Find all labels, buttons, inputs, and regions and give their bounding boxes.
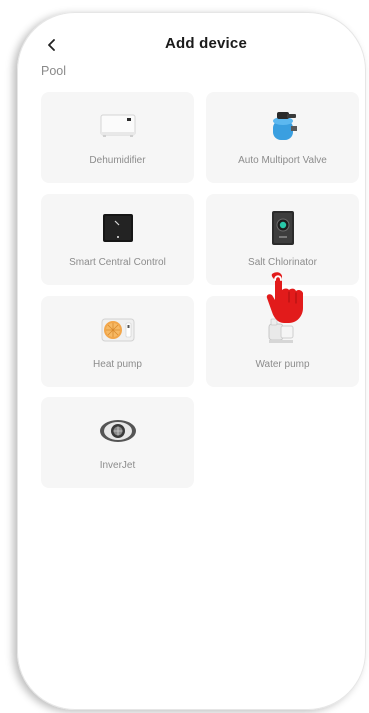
- phone-frame: Add device Pool Dehumidifier Auto Multip…: [17, 12, 366, 710]
- multiport-valve-icon: [272, 112, 297, 140]
- device-label: Heat pump: [93, 359, 142, 370]
- central-control-icon: [102, 214, 133, 242]
- device-label: Salt Chlorinator: [248, 257, 317, 268]
- dehumidifier-icon: [100, 114, 135, 137]
- screenshot-stage: Add device Pool Dehumidifier Auto Multip…: [0, 0, 369, 713]
- heat-pump-icon: [101, 318, 134, 342]
- page-title: Add device: [164, 35, 248, 52]
- device-card-inverjet[interactable]: InverJet: [41, 397, 194, 488]
- device-label: Auto Multiport Valve: [238, 155, 327, 166]
- water-pump-icon: [268, 318, 293, 343]
- device-label: Water pump: [255, 359, 310, 370]
- device-label: InverJet: [99, 460, 136, 471]
- section-label-pool: Pool: [41, 64, 67, 78]
- salt-chlorinator-icon: [271, 211, 294, 245]
- device-card-water-pump[interactable]: Water pump: [206, 296, 359, 387]
- device-card-heat-pump[interactable]: Heat pump: [41, 296, 194, 387]
- device-card-salt-chlorinator[interactable]: Salt Chlorinator: [206, 194, 359, 285]
- device-card-dehumidifier[interactable]: Dehumidifier: [41, 92, 194, 183]
- inverjet-icon: [99, 420, 136, 442]
- device-card-smart-central-control[interactable]: Smart Central Control: [41, 194, 194, 285]
- app-header: Add device: [17, 32, 366, 58]
- device-label: Smart Central Control: [69, 257, 166, 268]
- device-label: Dehumidifier: [89, 155, 146, 166]
- device-card-auto-multiport-valve[interactable]: Auto Multiport Valve: [206, 92, 359, 183]
